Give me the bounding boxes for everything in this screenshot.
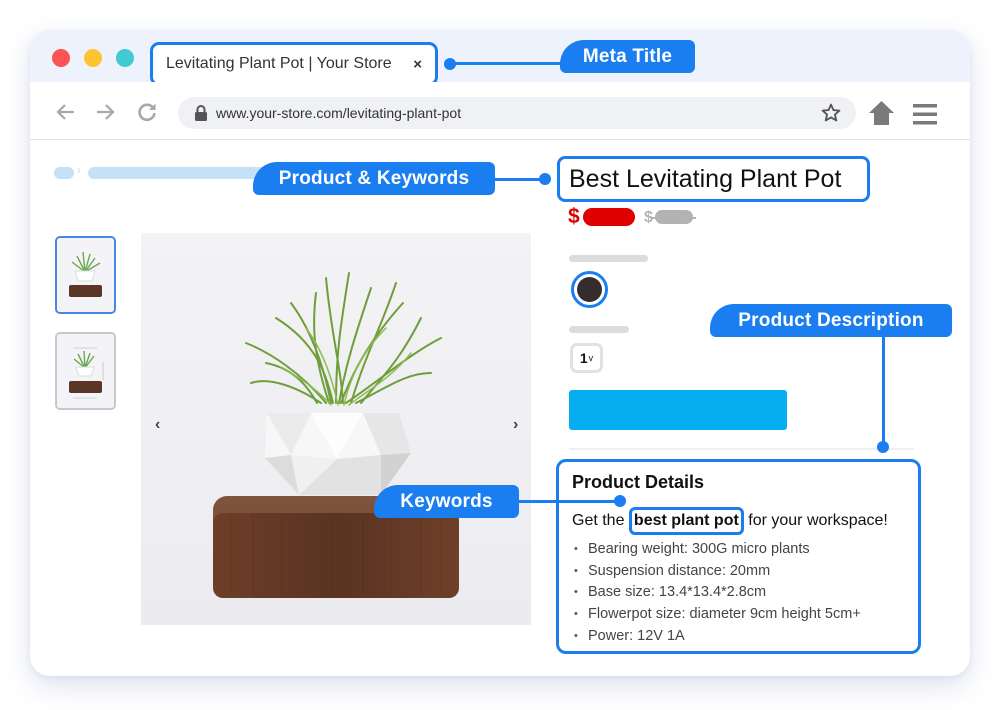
sale-price-symbol: $ (568, 205, 580, 228)
section-divider (569, 448, 914, 450)
product-title: Best Levitating Plant Pot (557, 156, 870, 202)
tab-close-icon[interactable]: × (413, 56, 422, 73)
chevron-down-icon: v (588, 353, 594, 363)
lead-text-before: Get the (572, 512, 629, 529)
quantity-label-placeholder (569, 326, 629, 333)
lock-icon (194, 104, 208, 127)
browser-toolbar: www.your-store.com/levitating-plant-pot (30, 82, 970, 140)
keyword-highlight: best plant pot (628, 507, 744, 535)
star-icon[interactable] (820, 102, 842, 129)
spec-item: Bearing weight: 300G micro plants (572, 539, 905, 561)
browser-tab[interactable]: Levitating Plant Pot | Your Store × (150, 42, 438, 86)
spec-item: Power: 12V 1A (572, 626, 905, 648)
lead-text-after: for your workspace! (743, 512, 888, 529)
callout-keywords: Keywords (374, 485, 519, 518)
add-to-cart-button[interactable] (569, 390, 787, 430)
levitating-plant-pot-photo (141, 233, 531, 625)
color-swatch-fill (577, 277, 602, 302)
product-details: Product Details Get the best plant pot f… (556, 459, 921, 654)
product-keywords-connector (495, 178, 545, 181)
url-text[interactable]: www.your-store.com/levitating-plant-pot (216, 105, 461, 121)
home-icon[interactable] (868, 100, 895, 131)
callout-meta-title-text: Meta Title (582, 45, 673, 67)
product-keywords-connector-dot (539, 173, 551, 185)
spec-item: Suspension distance: 20mm (572, 561, 905, 583)
window-maximize-button[interactable] (116, 49, 134, 67)
callout-product-description: Product Description (710, 304, 952, 337)
quantity-value: 1 (579, 350, 588, 366)
sale-price-value (583, 208, 635, 226)
callout-product-description-text: Product Description (738, 309, 924, 331)
arrow-left-icon[interactable] (54, 100, 78, 124)
carousel-next-button[interactable]: › (513, 416, 518, 434)
arrow-right-icon[interactable] (93, 100, 117, 124)
hamburger-menu-icon[interactable] (913, 104, 939, 131)
window-close-button[interactable] (52, 49, 70, 67)
callout-product-keywords-text: Product & Keywords (278, 167, 470, 189)
carousel-prev-button[interactable]: ‹ (155, 416, 160, 434)
callout-product-keywords: Product & Keywords (253, 162, 495, 195)
breadcrumb-home[interactable] (54, 167, 74, 179)
keywords-connector (519, 500, 619, 503)
compare-price-strike (652, 217, 696, 219)
callout-keywords-text: Keywords (400, 490, 493, 512)
spec-item: Base size: 13.4*13.4*2.8cm (572, 582, 905, 604)
meta-title-connector (450, 62, 570, 65)
product-specs-list: Bearing weight: 300G micro plants Suspen… (572, 539, 905, 648)
product-main-image[interactable]: ‹ › (141, 233, 531, 625)
breadcrumb-separator-icon: › (77, 163, 81, 177)
tab-title: Levitating Plant Pot | Your Store (166, 55, 392, 72)
color-swatch-selected[interactable] (571, 271, 608, 308)
spec-item: Flowerpot size: diameter 9cm height 5cm+ (572, 604, 905, 626)
thumbnail-1[interactable] (55, 236, 116, 314)
thumbnail-2[interactable] (55, 332, 116, 410)
product-details-heading: Product Details (572, 472, 705, 492)
breadcrumb-current[interactable] (88, 167, 268, 179)
reload-icon[interactable] (135, 100, 159, 124)
browser-window: Levitating Plant Pot | Your Store × www.… (30, 30, 970, 676)
color-label-placeholder (569, 255, 648, 262)
keywords-connector-dot (614, 495, 626, 507)
product-details-lead: Get the best plant pot for your workspac… (572, 507, 905, 535)
quantity-select[interactable]: 1v (570, 343, 603, 373)
address-bar[interactable]: www.your-store.com/levitating-plant-pot (178, 97, 856, 129)
product-description-connector-dot (877, 441, 889, 453)
window-minimize-button[interactable] (84, 49, 102, 67)
product-title-text: Best Levitating Plant Pot (569, 164, 842, 193)
product-description-connector (882, 337, 885, 443)
callout-meta-title: Meta Title (560, 40, 695, 73)
